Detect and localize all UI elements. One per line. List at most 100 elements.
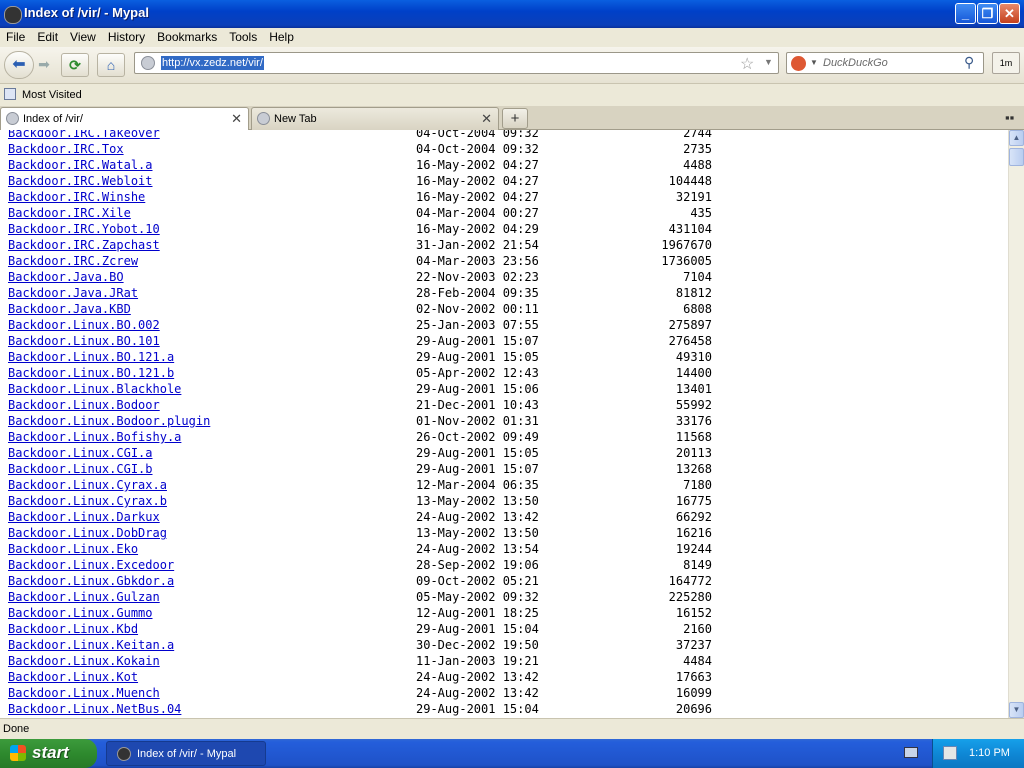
new-tab-button[interactable]: + [502, 108, 528, 129]
search-magnifier-icon[interactable]: ⚲ [964, 54, 974, 71]
extension-button[interactable]: 1m [992, 52, 1020, 74]
file-size: 33176 [675, 414, 712, 428]
scroll-up-button[interactable]: ▲ [1009, 130, 1024, 146]
search-box[interactable]: ▼ DuckDuckGo ⚲ [786, 52, 984, 74]
url-dropdown-icon[interactable]: ▼ [764, 57, 773, 67]
menu-tools[interactable]: Tools [223, 28, 263, 45]
file-link[interactable]: Backdoor.IRC.Zapchast [8, 237, 160, 253]
file-link[interactable]: Backdoor.Linux.Muench [8, 685, 160, 701]
file-link[interactable]: Backdoor.Java.KBD [8, 301, 131, 317]
file-size: 7180 [683, 478, 712, 492]
duckduckgo-icon[interactable] [791, 56, 806, 71]
file-link[interactable]: Backdoor.Linux.Bodoor [8, 397, 160, 413]
file-link[interactable]: Backdoor.IRC.Takeover [8, 130, 160, 141]
menu-help[interactable]: Help [263, 28, 300, 45]
scroll-down-button[interactable]: ▼ [1009, 702, 1024, 718]
file-link[interactable]: Backdoor.IRC.Zcrew [8, 253, 138, 269]
keyboard-icon[interactable] [904, 747, 918, 758]
file-link[interactable]: Backdoor.IRC.Watal.a [8, 157, 153, 173]
bookmark-star-icon[interactable]: ☆ [740, 54, 754, 74]
tab-new-tab[interactable]: New Tab ✕ [251, 107, 499, 130]
file-link[interactable]: Backdoor.Linux.Kot [8, 669, 138, 685]
file-link[interactable]: Backdoor.IRC.Xile [8, 205, 131, 221]
tab-index-of-vir[interactable]: Index of /vir/ ✕ [0, 107, 249, 130]
file-link[interactable]: Backdoor.IRC.Tox [8, 141, 124, 157]
menu-history[interactable]: History [102, 28, 151, 45]
menu-view[interactable]: View [64, 28, 102, 45]
file-link[interactable]: Backdoor.Linux.Gbkdor.a [8, 573, 174, 589]
file-link[interactable]: Backdoor.Linux.BO.002 [8, 317, 160, 333]
file-link[interactable]: Backdoor.Linux.NetBus.04 [8, 701, 181, 717]
bookmark-most-visited[interactable]: Most Visited [22, 89, 82, 101]
file-link[interactable]: Backdoor.Java.JRat [8, 285, 138, 301]
file-size: 4484 [683, 654, 712, 668]
file-link[interactable]: Backdoor.IRC.Winshe [8, 189, 145, 205]
file-size: 11568 [675, 430, 712, 444]
file-link[interactable]: Backdoor.Linux.BO.101 [8, 333, 160, 349]
file-size: 8149 [683, 558, 712, 572]
file-link[interactable]: Backdoor.IRC.Yobot.10 [8, 221, 160, 237]
file-link[interactable]: Backdoor.Linux.Kokain [8, 653, 160, 669]
file-date: 28-Sep-2002 19:06 [416, 558, 539, 572]
back-button[interactable]: ⬅ [4, 51, 34, 79]
tab-close-icon[interactable]: ✕ [481, 111, 492, 127]
listing-row: Backdoor.Java.KBD 02-Nov-2002 00:11 6808 [0, 301, 1008, 317]
taskbar-window-button[interactable]: Index of /vir/ - Mypal [106, 741, 266, 766]
search-engine-dropdown-icon[interactable]: ▼ [810, 58, 818, 67]
menu-bookmarks[interactable]: Bookmarks [151, 28, 223, 45]
file-size: 81812 [675, 286, 712, 300]
file-link[interactable]: Backdoor.Linux.Darkux [8, 509, 160, 525]
file-date: 09-Oct-2002 05:21 [416, 574, 539, 588]
clock[interactable]: 1:10 PM [969, 747, 1010, 759]
file-date: 29-Aug-2001 15:04 [416, 702, 539, 716]
close-window-button[interactable]: ✕ [999, 3, 1020, 24]
file-size: 32191 [675, 190, 712, 204]
network-icon[interactable] [943, 746, 957, 760]
url-text[interactable]: http://vx.zedz.net/vir/ [161, 56, 264, 70]
file-link[interactable]: Backdoor.Java.BO [8, 269, 124, 285]
file-link[interactable]: Backdoor.Linux.CGI.a [8, 445, 153, 461]
file-link[interactable]: Backdoor.Linux.Excedoor [8, 557, 174, 573]
file-link[interactable]: Backdoor.Linux.Kbd [8, 621, 138, 637]
file-link[interactable]: Backdoor.Linux.BO.121.b [8, 365, 174, 381]
tab-close-icon[interactable]: ✕ [231, 111, 242, 127]
file-link[interactable]: Backdoor.Linux.Keitan.a [8, 637, 174, 653]
listing-row: Backdoor.Linux.CGI.a 29-Aug-2001 15:05 201… [0, 445, 1008, 461]
listing-row: Backdoor.Java.BO 22-Nov-2003 02:23 7104 [0, 269, 1008, 285]
listing-row: Backdoor.Linux.Excedoor 28-Sep-2002 19:06… [0, 557, 1008, 573]
file-date: 04-Mar-2003 23:56 [416, 254, 539, 268]
url-bar[interactable]: http://vx.zedz.net/vir/ ☆ ▼ [134, 52, 779, 74]
maximize-button[interactable]: ❐ [977, 3, 998, 24]
listing-row: Backdoor.IRC.Winshe 16-May-2002 04:27 3219… [0, 189, 1008, 205]
file-link[interactable]: Backdoor.Linux.Cyrax.b [8, 493, 167, 509]
file-size: 164772 [668, 574, 712, 588]
file-link[interactable]: Backdoor.Linux.Bodoor.plugin [8, 413, 210, 429]
listing-row: Backdoor.Linux.CGI.b 29-Aug-2001 15:07 132… [0, 461, 1008, 477]
file-link[interactable]: Backdoor.Linux.CGI.b [8, 461, 153, 477]
file-date: 24-Aug-2002 13:42 [416, 670, 539, 684]
file-link[interactable]: Backdoor.Linux.Eko [8, 541, 138, 557]
file-link[interactable]: Backdoor.Linux.Bofishy.a [8, 429, 181, 445]
menu-edit[interactable]: Edit [31, 28, 64, 45]
minimize-button[interactable]: _ [955, 3, 976, 24]
file-link[interactable]: Backdoor.IRC.Webloit [8, 173, 153, 189]
listing-row: Backdoor.Linux.Gbkdor.a 09-Oct-2002 05:21… [0, 573, 1008, 589]
file-link[interactable]: Backdoor.Linux.Gulzan [8, 589, 160, 605]
home-button[interactable]: ⌂ [97, 53, 125, 77]
file-size: 2735 [683, 142, 712, 156]
start-button[interactable]: start [0, 739, 97, 768]
tab-list-icon[interactable]: ▪▪ [1005, 110, 1014, 125]
vertical-scrollbar[interactable]: ▲ ▼ [1008, 130, 1024, 718]
file-date: 29-Aug-2001 15:05 [416, 350, 539, 364]
scroll-thumb[interactable] [1009, 148, 1024, 166]
file-link[interactable]: Backdoor.Linux.Blackhole [8, 381, 181, 397]
file-link[interactable]: Backdoor.Linux.BO.121.a [8, 349, 174, 365]
reload-button[interactable]: ⟳ [61, 53, 89, 77]
status-text: Done [3, 723, 30, 735]
file-link[interactable]: Backdoor.Linux.Cyrax.a [8, 477, 167, 493]
system-tray: 1:10 PM [932, 739, 1024, 768]
menu-file[interactable]: File [0, 28, 31, 45]
forward-button[interactable]: ➡ [34, 53, 54, 77]
file-link[interactable]: Backdoor.Linux.Gummo [8, 605, 153, 621]
file-link[interactable]: Backdoor.Linux.DobDrag [8, 525, 167, 541]
